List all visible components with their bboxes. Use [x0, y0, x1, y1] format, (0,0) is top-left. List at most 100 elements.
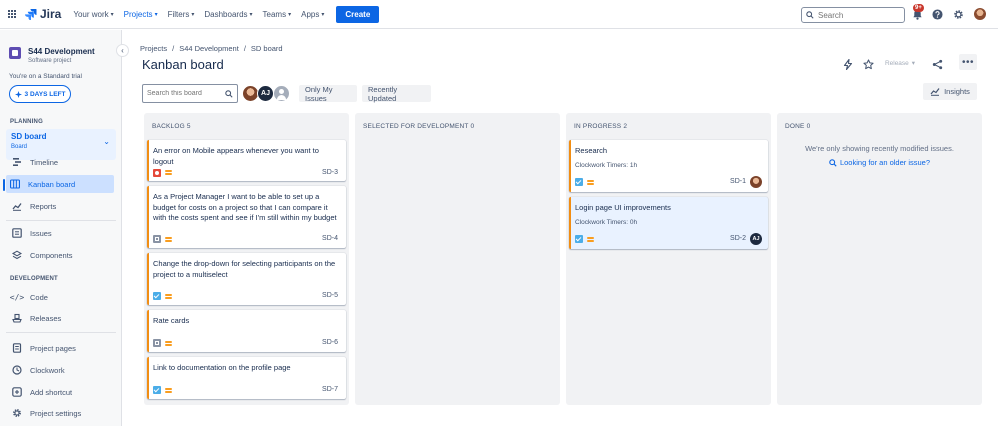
- assignee-avatar[interactable]: [750, 176, 762, 188]
- issue-card[interactable]: Research Clockwork Timers: 1h SD-1: [569, 140, 768, 192]
- sidebar-item-add-shortcut[interactable]: Add shortcut: [12, 383, 116, 401]
- chevron-down-icon: ▾: [249, 11, 253, 18]
- insights-label: Insights: [944, 87, 970, 96]
- board-search[interactable]: [142, 84, 238, 103]
- sidebar-item-label: Project settings: [30, 408, 82, 418]
- app-switcher-icon[interactable]: [8, 9, 17, 19]
- sidebar-divider: [6, 220, 116, 221]
- jira-logo[interactable]: Jira: [25, 7, 61, 21]
- recently-updated-filter[interactable]: Recently Updated: [362, 85, 431, 103]
- column-in-progress: IN PROGRESS 2 Research Clockwork Timers:…: [566, 113, 771, 405]
- issues-icon: [12, 228, 22, 238]
- issue-card[interactable]: Rate cards SD-6: [147, 310, 346, 352]
- insights-button[interactable]: Insights: [923, 83, 977, 100]
- card-accent-bar: [147, 310, 149, 352]
- nav-label: Filters: [167, 9, 190, 19]
- board-search-input[interactable]: [147, 90, 223, 97]
- breadcrumb-project[interactable]: S44 Development: [179, 44, 239, 53]
- create-button[interactable]: Create: [336, 5, 380, 23]
- issue-key: SD-7: [322, 386, 338, 393]
- sidebar-item-reports[interactable]: Reports: [12, 197, 116, 215]
- issue-card[interactable]: Change the drop-down for selecting parti…: [147, 253, 346, 305]
- sidebar-item-label: Releases: [30, 313, 62, 323]
- issue-card[interactable]: Login page UI improvements Clockwork Tim…: [569, 197, 768, 249]
- older-issue-link[interactable]: Looking for an older issue?: [777, 158, 982, 167]
- nav-teams[interactable]: Teams ▾: [263, 10, 292, 19]
- gear-icon: [12, 408, 22, 418]
- chart-icon: [930, 88, 940, 96]
- sidebar-divider: [6, 332, 116, 333]
- issue-key: SD-2: [730, 235, 746, 242]
- card-title: Link to documentation on the profile pag…: [153, 363, 291, 372]
- help-button[interactable]: [931, 8, 943, 20]
- search-icon: [829, 158, 837, 167]
- board-subtitle: Board: [11, 144, 28, 150]
- column-title: SELECTED FOR DEVELOPMENT 0: [363, 123, 475, 130]
- nav-projects[interactable]: Projects ▾: [124, 10, 158, 19]
- gear-icon: [953, 9, 963, 19]
- star-button[interactable]: [862, 58, 874, 70]
- sidebar-item-releases[interactable]: Releases: [12, 309, 116, 327]
- automation-button[interactable]: [842, 58, 854, 70]
- assignee-filter-avatar[interactable]: AJ: [257, 85, 274, 102]
- share-button[interactable]: [931, 58, 943, 70]
- issue-card[interactable]: As a Project Manager I want to be able t…: [147, 186, 346, 248]
- days-left-button[interactable]: 3 DAYS LEFT: [9, 85, 71, 103]
- star-icon: [862, 58, 874, 69]
- nav-apps[interactable]: Apps ▾: [301, 10, 324, 19]
- more-actions-button[interactable]: •••: [959, 54, 977, 70]
- breadcrumb-projects[interactable]: Projects: [140, 44, 167, 53]
- sidebar-item-label: Reports: [30, 201, 57, 211]
- bug-icon: [153, 169, 161, 177]
- project-header[interactable]: S44 Development Software project: [9, 47, 95, 64]
- share-icon: [932, 59, 942, 69]
- breadcrumb-separator: /: [243, 44, 246, 53]
- nav-your-work[interactable]: Your work ▾: [73, 10, 113, 19]
- task-icon: [153, 386, 161, 394]
- days-left-label: 3 DAYS LEFT: [24, 90, 66, 98]
- global-search-input[interactable]: [818, 10, 898, 20]
- priority-medium-icon: [587, 236, 594, 242]
- sidebar-item-label: Timeline: [30, 157, 59, 167]
- sidebar-item-label: Clockwork: [30, 365, 65, 375]
- global-search[interactable]: [801, 7, 905, 23]
- only-my-issues-filter[interactable]: Only My Issues: [299, 85, 357, 103]
- collapse-sidebar-button[interactable]: ‹: [116, 44, 129, 57]
- add-shortcut-icon: [12, 387, 22, 397]
- reports-icon: [12, 201, 22, 211]
- profile-avatar[interactable]: [974, 8, 986, 20]
- nav-dashboards[interactable]: Dashboards ▾: [204, 10, 252, 19]
- sidebar-item-project-pages[interactable]: Project pages: [12, 339, 116, 357]
- done-info-message: We're only showing recently modified iss…: [805, 144, 954, 153]
- sidebar-item-kanban-board[interactable]: Kanban board: [6, 175, 114, 193]
- settings-button[interactable]: [952, 8, 964, 20]
- sidebar-item-clockwork[interactable]: Clockwork: [12, 361, 116, 379]
- timeline-icon: [12, 157, 22, 167]
- issue-key: SD-5: [322, 292, 338, 299]
- breadcrumb-board[interactable]: SD board: [251, 44, 283, 53]
- board-icon: [10, 179, 20, 189]
- priority-medium-icon: [165, 236, 172, 242]
- sidebar-item-label: Project pages: [30, 343, 76, 353]
- unassigned-filter-avatar[interactable]: [273, 85, 290, 102]
- nav-label: Projects: [123, 9, 153, 19]
- issue-card[interactable]: Link to documentation on the profile pag…: [147, 357, 346, 399]
- sparkle-icon: [14, 90, 22, 98]
- nav-filters[interactable]: Filters ▾: [168, 10, 195, 19]
- top-navigation: Jira Your work ▾ Projects ▾ Filters ▾ Dashb…: [0, 0, 998, 29]
- release-button[interactable]: Release ▾: [878, 56, 922, 70]
- priority-medium-icon: [165, 169, 172, 175]
- assignee-avatar[interactable]: AJ: [750, 233, 762, 245]
- sidebar-item-timeline[interactable]: Timeline: [12, 153, 116, 171]
- planning-section-label: PLANNING: [10, 119, 43, 125]
- sidebar-item-issues[interactable]: Issues: [12, 224, 116, 242]
- card-accent-bar: [147, 253, 149, 305]
- sidebar-item-code[interactable]: </> Code: [10, 288, 116, 306]
- card-accent-bar: [147, 140, 149, 181]
- chevron-down-icon: ⌄: [103, 137, 110, 146]
- sidebar-item-components[interactable]: Components: [12, 246, 116, 264]
- card-title: As a Project Manager I want to be able t…: [153, 192, 337, 222]
- sidebar-item-project-settings[interactable]: Project settings: [12, 404, 116, 422]
- issue-card[interactable]: An error on Mobile appears whenever you …: [147, 140, 346, 181]
- breadcrumb: Projects / S44 Development / SD board: [140, 44, 283, 53]
